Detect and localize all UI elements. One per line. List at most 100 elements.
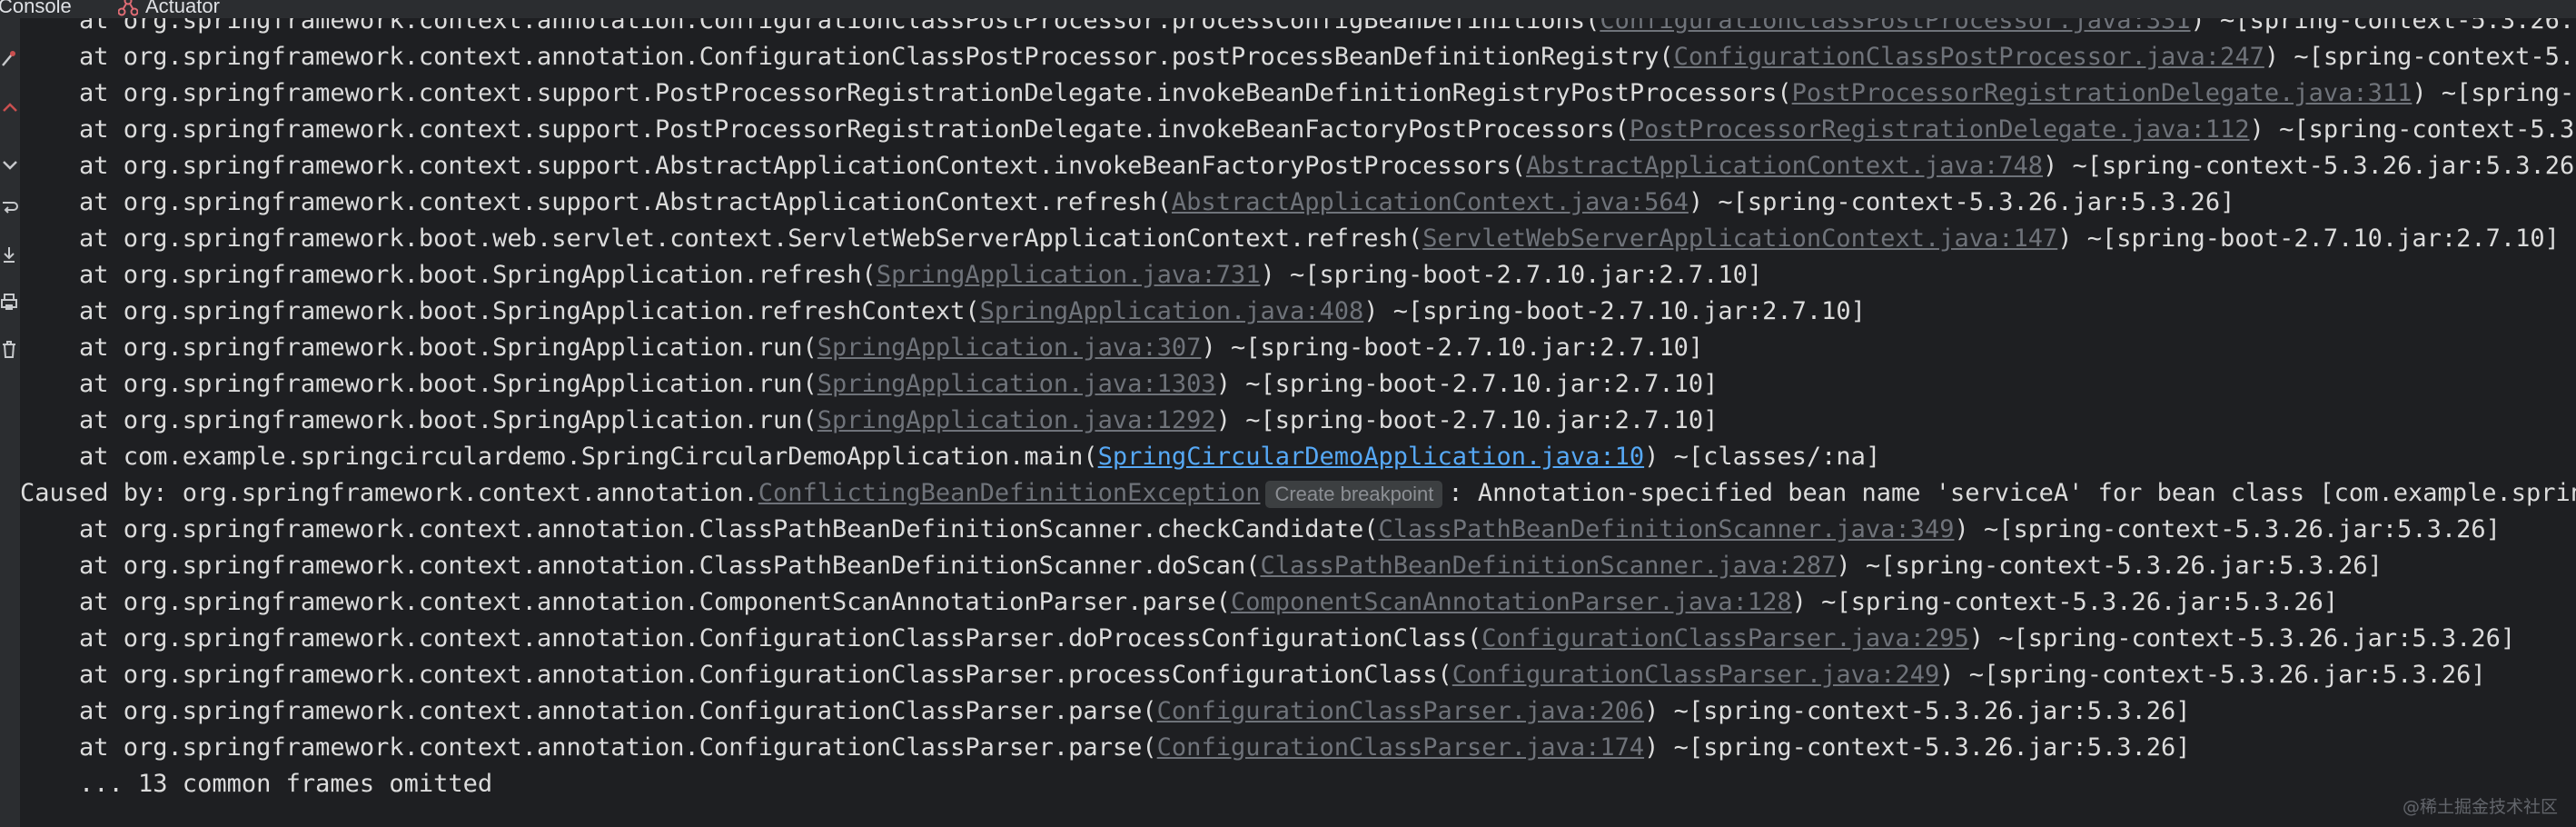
source-link[interactable]: PostProcessorRegistrationDelegate.java:1…: [1630, 115, 2250, 144]
log-text: at org.springframework.boot.SpringApplic…: [20, 261, 877, 289]
log-text: at org.springframework.context.annotatio…: [20, 733, 1157, 762]
log-line: at com.example.springcirculardemo.Spring…: [20, 439, 1880, 475]
source-link[interactable]: SpringApplication.java:307: [817, 334, 1202, 362]
log-text: at org.springframework.context.support.A…: [20, 188, 1172, 216]
tab-console[interactable]: Console: [0, 0, 72, 18]
source-link[interactable]: ConfigurationClassPostProcessor.java:247: [1674, 43, 2264, 71]
log-text: at org.springframework.context.annotatio…: [20, 552, 1261, 580]
wrap-icon[interactable]: [0, 196, 18, 220]
source-link[interactable]: ConflictingBeanDefinitionException: [758, 479, 1261, 507]
log-text: ) ~[spring-context-5.3.26.jar:5.3.26]: [1644, 733, 2191, 762]
print-icon[interactable]: [0, 291, 18, 314]
log-text: at org.springframework.context.support.A…: [20, 152, 1527, 180]
ide-window: Console Actuator at org.springframework.…: [0, 0, 2576, 827]
source-link[interactable]: AbstractApplicationContext.java:748: [1526, 152, 2043, 180]
log-line: at org.springframework.context.annotatio…: [20, 657, 2486, 693]
actuator-icon: [118, 0, 138, 16]
console-toolbar: [0, 18, 20, 827]
log-line: at org.springframework.context.support.P…: [20, 75, 2576, 112]
source-link[interactable]: ClassPathBeanDefinitionScanner.java:349: [1379, 515, 1955, 543]
source-link[interactable]: ConfigurationClassParser.java:249: [1452, 661, 1939, 689]
log-text: at org.springframework.boot.SpringApplic…: [20, 370, 817, 398]
log-line: at org.springframework.boot.SpringApplic…: [20, 366, 1718, 403]
log-line: at org.springframework.boot.SpringApplic…: [20, 403, 1718, 439]
log-text: ) ~[spring-boot-2.7.10.jar:2.7.10]: [1363, 297, 1866, 325]
log-line: at org.springframework.boot.SpringApplic…: [20, 294, 1866, 330]
log-text: ) ~[spring-boot-2.7.10.jar:2.7.10]: [1215, 370, 1719, 398]
log-text: ) ~[spring-context-5.3.26.jar:5.3.26]: [1644, 697, 2191, 725]
console-output[interactable]: at org.springframework.context.annotatio…: [20, 18, 2576, 827]
log-text: at org.springframework.context.support.P…: [20, 79, 1792, 107]
log-text: ) ~[spring-context-5.3.26.jar:5.3.26]: [1968, 624, 2516, 653]
source-link[interactable]: AbstractApplicationContext.java:564: [1172, 188, 1689, 216]
wrench-icon[interactable]: [0, 47, 18, 71]
watermark: @稀土掘金技术社区: [2402, 797, 2558, 817]
source-link[interactable]: SpringApplication.java:408: [980, 297, 1364, 325]
trash-icon[interactable]: [0, 338, 18, 362]
log-text: at org.springframework.context.annotatio…: [20, 515, 1379, 543]
log-text: ) ~[spring-context-5.3.26.jar:5.3.26]: [2249, 115, 2576, 144]
log-text: ) ~[spring-context-5.3.26.jar:5.3.26]: [2412, 79, 2576, 107]
arrow-down-icon[interactable]: [0, 153, 18, 176]
log-line-caused-by: Caused by: org.springframework.context.a…: [20, 475, 2576, 512]
log-text: ) ~[spring-boot-2.7.10.jar:2.7.10]: [2057, 224, 2560, 253]
source-link[interactable]: SpringApplication.java:1303: [817, 370, 1216, 398]
log-text: at org.springframework.context.annotatio…: [20, 43, 1674, 71]
log-line: at org.springframework.context.annotatio…: [20, 18, 2576, 39]
tab-console-label: Console: [0, 0, 72, 17]
source-link[interactable]: SpringApplication.java:1292: [817, 406, 1216, 434]
log-line: at org.springframework.context.support.A…: [20, 184, 2234, 221]
log-line: at org.springframework.context.annotatio…: [20, 584, 2338, 621]
log-text: at org.springframework.boot.SpringApplic…: [20, 297, 980, 325]
tool-window-tabs: Console Actuator: [0, 0, 2576, 18]
log-text: at org.springframework.context.annotatio…: [20, 697, 1157, 725]
log-text: at org.springframework.context.annotatio…: [20, 624, 1482, 653]
source-link[interactable]: ConfigurationClassPostProcessor.java:331: [1600, 18, 2190, 35]
log-text: ) ~[classes/:na]: [1644, 443, 1881, 471]
log-text: ) ~[spring-boot-2.7.10.jar:2.7.10]: [1215, 406, 1719, 434]
log-line: at org.springframework.boot.SpringApplic…: [20, 330, 1703, 366]
log-text: ) ~[spring-boot-2.7.10.jar:2.7.10]: [1201, 334, 1704, 362]
log-text: at org.springframework.context.annotatio…: [20, 588, 1231, 616]
log-text: ) ~[spring-context-5.3.26.jar:5.3.26]: [1688, 188, 2235, 216]
log-text: at org.springframework.boot.web.servlet.…: [20, 224, 1423, 253]
log-text: at org.springframework.boot.SpringApplic…: [20, 334, 817, 362]
source-link[interactable]: ConfigurationClassParser.java:295: [1481, 624, 1968, 653]
log-line: at org.springframework.context.annotatio…: [20, 39, 2576, 75]
log-line: at org.springframework.boot.web.servlet.…: [20, 221, 2560, 257]
log-text: at com.example.springcirculardemo.Spring…: [20, 443, 1098, 471]
source-link[interactable]: ConfigurationClassParser.java:174: [1157, 733, 1644, 762]
log-line: at org.springframework.context.annotatio…: [20, 548, 2383, 584]
log-text: at org.springframework.boot.SpringApplic…: [20, 406, 817, 434]
source-link[interactable]: SpringCircularDemoApplication.java:10: [1098, 443, 1644, 471]
log-text: ) ~[spring-boot-2.7.10.jar:2.7.10]: [1260, 261, 1763, 289]
log-text: ) ~[spring-context-5.3.26.jar:5.3.26]: [2190, 18, 2576, 35]
log-text: at org.springframework.context.support.P…: [20, 115, 1630, 144]
log-line: at org.springframework.context.annotatio…: [20, 730, 2191, 766]
source-link[interactable]: ConfigurationClassParser.java:206: [1157, 697, 1644, 725]
source-link[interactable]: ServletWebServerApplicationContext.java:…: [1422, 224, 2057, 253]
log-line: at org.springframework.context.annotatio…: [20, 512, 2501, 548]
arrow-up-icon[interactable]: [0, 98, 18, 122]
log-text: at org.springframework.context.annotatio…: [20, 18, 1600, 35]
log-line: at org.springframework.context.annotatio…: [20, 621, 2515, 657]
source-link[interactable]: ClassPathBeanDefinitionScanner.java:287: [1260, 552, 1836, 580]
create-breakpoint-tooltip[interactable]: Create breakpoint: [1265, 480, 1443, 508]
log-text: ) ~[spring-context-5.3.26.jar:5.3.26]: [1791, 588, 2339, 616]
log-text: ) ~[spring-context-5.3.26.jar:5.3.26]: [1836, 552, 2383, 580]
log-text: at org.springframework.context.annotatio…: [20, 661, 1452, 689]
log-line: at org.springframework.context.support.A…: [20, 148, 2576, 184]
scroll-to-end-icon[interactable]: [0, 244, 18, 267]
log-text: ) ~[spring-context-5.3.26.jar:5.3.26]: [2264, 43, 2576, 71]
source-link[interactable]: ComponentScanAnnotationParser.java:128: [1231, 588, 1792, 616]
tab-actuator-label: Actuator: [145, 0, 220, 17]
log-text: ... 13 common frames omitted: [20, 770, 493, 798]
source-link[interactable]: PostProcessorRegistrationDelegate.java:3…: [1792, 79, 2413, 107]
source-link[interactable]: SpringApplication.java:731: [877, 261, 1261, 289]
log-text: ) ~[spring-context-5.3.26.jar:5.3.26]: [2043, 152, 2576, 180]
tab-actuator[interactable]: Actuator: [118, 0, 220, 18]
log-line: at org.springframework.context.annotatio…: [20, 693, 2191, 730]
log-line: ... 13 common frames omitted: [20, 766, 492, 802]
log-line: at org.springframework.context.support.P…: [20, 112, 2576, 148]
log-text: : Annotation-specified bean name 'servic…: [1448, 479, 2576, 507]
